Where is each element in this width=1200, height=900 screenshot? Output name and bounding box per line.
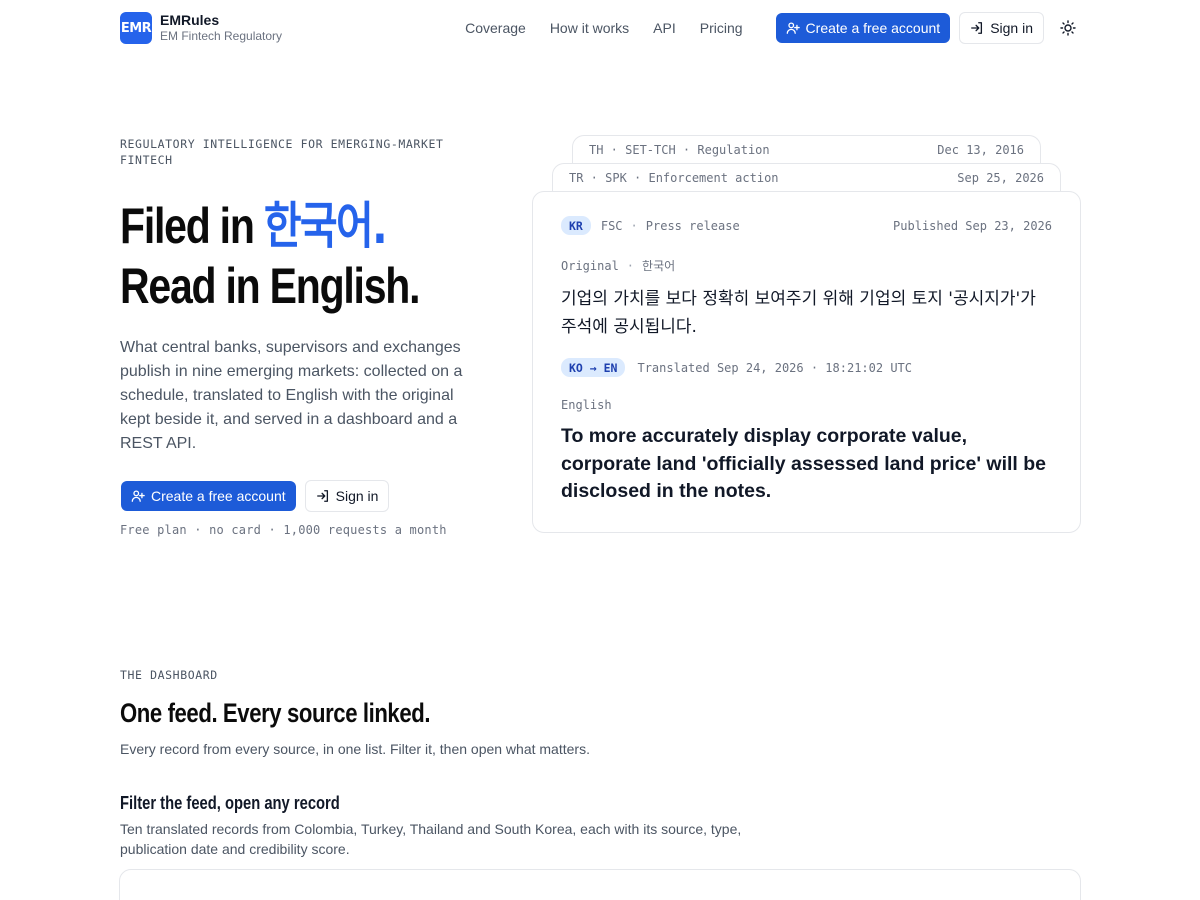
record-published: Published Sep 23, 2026 [893, 218, 1052, 233]
create-account-button[interactable]: Create a free account [775, 13, 951, 43]
site-header: EMR EMRules EM Fintech Regulatory Covera… [120, 12, 1080, 44]
hero-title-prefix: Filed in [120, 198, 264, 254]
record-source: FSC [600, 218, 623, 233]
hero-note: Free plan · no card · 1,000 requests a m… [120, 523, 447, 537]
sign-in-button[interactable]: Sign in [959, 12, 1044, 44]
feed-subtitle: Filter the feed, open any record [120, 793, 340, 813]
hero-title-accent: 한국어. [263, 197, 388, 255]
record-date: Dec 13, 2016 [937, 143, 1024, 157]
brand: EMRules EM Fintech Regulatory [160, 12, 282, 44]
nav-how-it-works[interactable]: How it works [550, 20, 629, 36]
original-label: Original · 한국어 [561, 259, 676, 273]
feed-description: Ten translated records from Colombia, Tu… [120, 821, 742, 857]
hero-create-account-button[interactable]: Create a free account [121, 481, 296, 511]
hero-title: Filed in 한국어. Read in English. [120, 196, 420, 316]
hero-create-account-label: Create a free account [151, 488, 286, 504]
record-header: KR FSC · Press release Published Sep 23,… [561, 216, 1052, 235]
record-card-kr[interactable]: KR FSC · Press release Published Sep 23,… [532, 191, 1081, 533]
sign-in-icon [971, 22, 983, 34]
user-plus-icon [131, 490, 145, 502]
hero-eyebrow: REGULATORY INTELLIGENCE FOR EMERGING-MAR… [120, 137, 444, 167]
dashboard-description: Every record from every source, in one l… [120, 741, 590, 757]
create-account-label: Create a free account [805, 20, 941, 36]
theme-toggle[interactable] [1056, 16, 1080, 40]
sun-icon [1060, 20, 1076, 36]
translation-badge: KO → EN [561, 358, 626, 377]
translation-row: KO → EN Translated Sep 24, 2026 · 18:21:… [561, 358, 1052, 377]
nav-pricing[interactable]: Pricing [700, 20, 743, 36]
hero-cta: Create a free account Sign in [121, 480, 390, 512]
main-nav: Coverage How it works API Pricing [465, 20, 742, 36]
record-meta: TH · SET-TCH · Regulation [589, 143, 770, 157]
feed-panel [119, 869, 1081, 900]
dashboard-eyebrow: THE DASHBOARD [120, 668, 218, 682]
brand-subtitle: EM Fintech Regulatory [160, 29, 283, 43]
original-lang: 한국어 [642, 259, 676, 273]
country-badge: KR [561, 216, 591, 235]
logo[interactable]: EMR [120, 12, 152, 44]
nav-coverage[interactable]: Coverage [465, 20, 526, 36]
original-text: 기업의 가치를 보다 정확히 보여주기 위해 기업의 토지 '공시지가'가 주석… [561, 289, 1036, 337]
hero-title-line2: Read in English. [120, 258, 420, 314]
record-meta: TR · SPK · Enforcement action [569, 171, 779, 185]
hero-description: What central banks, supervisors and exch… [120, 339, 463, 452]
original-label-text: Original [561, 259, 619, 273]
sign-in-label: Sign in [990, 20, 1033, 36]
english-label: English [561, 398, 612, 412]
brand-name: EMRules [160, 12, 220, 28]
hero-sign-in-button[interactable]: Sign in [304, 480, 390, 512]
english-text: To more accurately display corporate val… [561, 425, 1047, 502]
sign-in-icon [316, 490, 328, 502]
user-plus-icon [786, 22, 800, 34]
hero-sign-in-label: Sign in [335, 488, 379, 504]
nav-api[interactable]: API [653, 20, 676, 36]
record-type: Press release [645, 218, 740, 233]
record-date: Sep 25, 2026 [957, 171, 1044, 185]
translated-timestamp: Translated Sep 24, 2026 · 18:21:02 UTC [637, 360, 913, 375]
dashboard-title: One feed. Every source linked. [120, 698, 431, 728]
